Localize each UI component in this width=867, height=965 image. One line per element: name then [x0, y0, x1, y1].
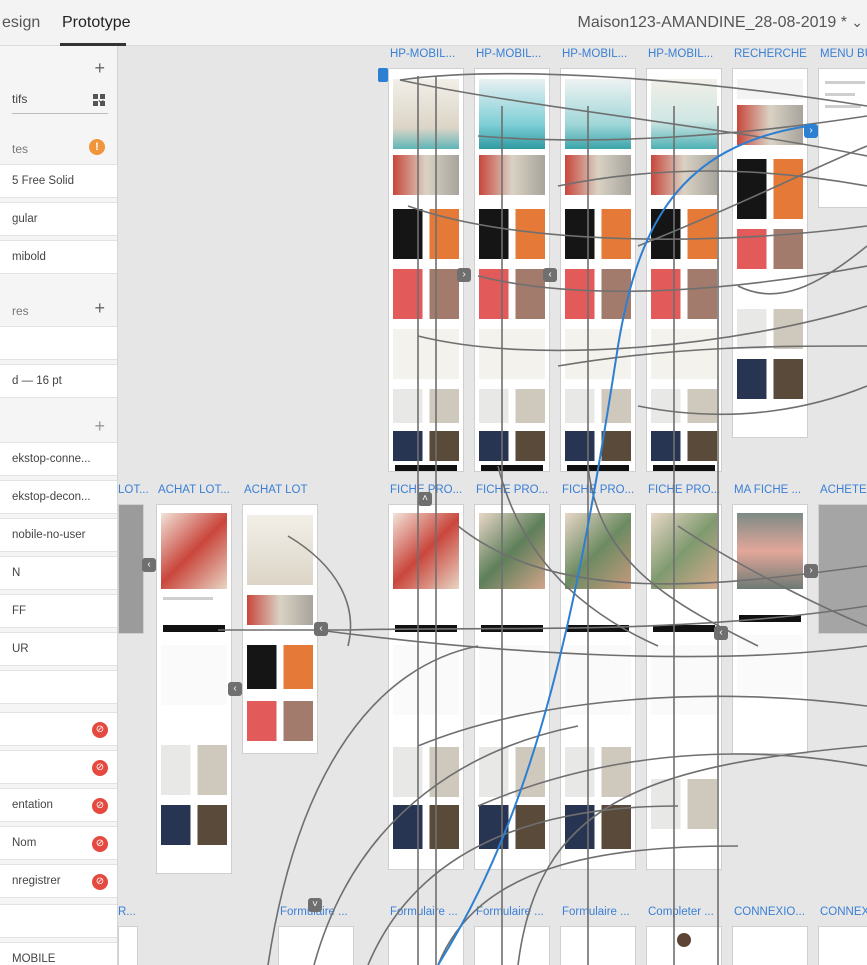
artboard-label[interactable]: ACHAT LOT...: [158, 484, 230, 496]
linked-item[interactable]: ⊘: [0, 750, 117, 784]
artboard-fiche-produit[interactable]: [474, 504, 550, 870]
char-style-item[interactable]: [0, 326, 117, 360]
link-icon[interactable]: ⊘: [92, 874, 108, 890]
linked-item[interactable]: Nom ⊘: [0, 826, 117, 860]
artboard-label[interactable]: MENU BU: [820, 48, 867, 60]
artboard-label[interactable]: HP-MOBIL...: [476, 48, 541, 60]
artboard-label[interactable]: Formulaire ...: [390, 906, 458, 918]
tab-design[interactable]: esign: [2, 14, 40, 32]
artboard-label[interactable]: ACHAT LOT: [244, 484, 307, 496]
artboard-label[interactable]: FICHE PRO...: [476, 484, 548, 496]
artboard-formulaire[interactable]: [474, 926, 550, 965]
artboard-label[interactable]: CONNEXIO...: [734, 906, 805, 918]
chevron-right-icon[interactable]: ›: [457, 268, 471, 282]
artboard-acheter[interactable]: [818, 504, 867, 634]
state-item[interactable]: FF: [0, 594, 117, 628]
panel-item[interactable]: [0, 904, 117, 938]
artboard-label[interactable]: R...: [118, 906, 136, 918]
artboard-label[interactable]: RECHERCHE: [734, 48, 807, 60]
grid-view-icon[interactable]: [93, 94, 105, 106]
artboard-recherche[interactable]: [732, 68, 808, 438]
panel-item[interactable]: MOBILE: [0, 942, 117, 965]
font-item[interactable]: mibold: [0, 240, 117, 274]
assets-panel: + tifs ⌄ tes ! 5 Free Solid gular mibold…: [0, 46, 118, 965]
artboard-hp-mobile[interactable]: [560, 68, 636, 472]
artboard-label[interactable]: HP-MOBIL...: [390, 48, 455, 60]
artboard-formulaire[interactable]: [278, 926, 354, 965]
chevron-left-icon[interactable]: ‹: [228, 682, 242, 696]
artboard-label[interactable]: ACHETER: [820, 484, 867, 496]
chevron-left-icon[interactable]: ‹: [314, 622, 328, 636]
top-bar: esign Prototype Maison123-AMANDINE_28-08…: [0, 0, 867, 46]
artboard-label[interactable]: HP-MOBIL...: [648, 48, 713, 60]
artboard-form[interactable]: [118, 926, 138, 965]
artboard-connexion[interactable]: [818, 926, 867, 965]
chevron-left-icon[interactable]: ‹: [543, 268, 557, 282]
chevron-right-icon[interactable]: ›: [804, 564, 818, 578]
chevron-down-icon[interactable]: ˅: [308, 898, 322, 912]
linked-item[interactable]: entation ⊘: [0, 788, 117, 822]
linked-item[interactable]: ⊘: [0, 712, 117, 746]
state-item[interactable]: UR: [0, 632, 117, 666]
artboard-ma-fiche[interactable]: [732, 504, 808, 754]
chevron-left-icon[interactable]: ‹: [714, 626, 728, 640]
state-item[interactable]: N: [0, 556, 117, 590]
state-item[interactable]: [0, 670, 117, 704]
prototype-canvas[interactable]: HP-MOBIL... HP-MOBIL... HP-MOBIL... HP-M…: [118, 46, 867, 965]
artboard-fiche-produit[interactable]: [646, 504, 722, 870]
artboard-label[interactable]: Formulaire ...: [476, 906, 544, 918]
document-title[interactable]: Maison123-AMANDINE_28-08-2019 *: [578, 14, 847, 32]
colors-section-label: tes: [12, 142, 29, 156]
artboard-achat-lot[interactable]: [242, 504, 318, 754]
artboard-label[interactable]: HP-MOBIL...: [562, 48, 627, 60]
link-icon[interactable]: ⊘: [92, 722, 108, 738]
filter-select-value: tifs: [12, 92, 28, 106]
home-marker[interactable]: [378, 68, 388, 82]
chevron-right-icon[interactable]: ›: [804, 124, 818, 138]
artboard-fiche-produit[interactable]: [560, 504, 636, 870]
artboard-label[interactable]: FICHE PRO...: [648, 484, 720, 496]
chevron-left-icon[interactable]: ‹: [142, 558, 156, 572]
linked-item[interactable]: nregistrer ⊘: [0, 864, 117, 898]
artboard-completer[interactable]: [646, 926, 722, 965]
link-icon[interactable]: ⊘: [92, 836, 108, 852]
state-item[interactable]: nobile-no-user: [0, 518, 117, 552]
add-icon[interactable]: +: [94, 298, 105, 319]
artboard-hp-mobile[interactable]: [388, 68, 464, 472]
char-styles-section-label: res: [12, 304, 29, 318]
artboard-label[interactable]: Formulaire ...: [562, 906, 630, 918]
artboard-achat-lot[interactable]: [156, 504, 232, 874]
add-icon[interactable]: +: [94, 58, 105, 79]
active-tab-indicator: [60, 43, 126, 46]
artboard-connexion[interactable]: [732, 926, 808, 965]
link-icon[interactable]: ⊘: [92, 760, 108, 776]
artboard-label[interactable]: LOT...: [118, 484, 149, 496]
artboard-hp-mobile[interactable]: [474, 68, 550, 472]
artboard-formulaire[interactable]: [388, 926, 464, 965]
tab-prototype[interactable]: Prototype: [62, 14, 130, 32]
chevron-up-icon[interactable]: ˄: [418, 492, 432, 506]
artboard-hp-mobile[interactable]: [646, 68, 722, 472]
chevron-down-icon[interactable]: ⌄: [851, 14, 863, 31]
artboard-menu[interactable]: [818, 68, 867, 208]
add-icon[interactable]: +: [94, 416, 105, 437]
state-item[interactable]: ekstop-conne...: [0, 442, 117, 476]
link-icon[interactable]: ⊘: [92, 798, 108, 814]
font-item[interactable]: gular: [0, 202, 117, 236]
warning-icon[interactable]: !: [89, 139, 105, 155]
artboard-formulaire[interactable]: [560, 926, 636, 965]
artboard-lot[interactable]: [118, 504, 144, 634]
font-item[interactable]: 5 Free Solid: [0, 164, 117, 198]
artboard-label[interactable]: Completer ...: [648, 906, 714, 918]
artboard-fiche-produit[interactable]: [388, 504, 464, 870]
artboard-label[interactable]: FICHE PRO...: [562, 484, 634, 496]
artboard-label[interactable]: MA FICHE ...: [734, 484, 801, 496]
char-style-item[interactable]: d — 16 pt: [0, 364, 117, 398]
artboard-label[interactable]: CONNEXI: [820, 906, 867, 918]
state-item[interactable]: ekstop-decon...: [0, 480, 117, 514]
